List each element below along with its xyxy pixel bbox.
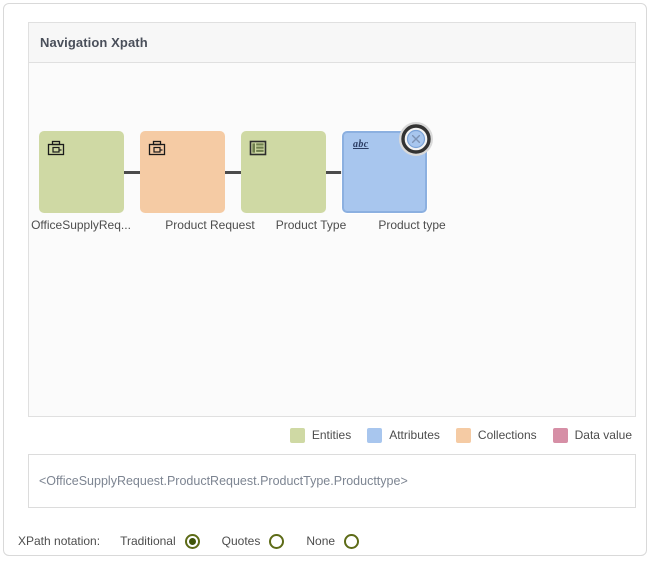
diagram-node-entity-product-type[interactable] (241, 131, 326, 213)
radio-button-traditional[interactable] (185, 534, 200, 549)
briefcase-icon (148, 139, 166, 157)
xpath-output-box[interactable]: <OfficeSupplyRequest.ProductRequest.Prod… (28, 454, 636, 508)
page-title: Navigation Xpath (40, 35, 148, 50)
panel-header: Navigation Xpath (28, 22, 636, 63)
legend-label: Data value (575, 428, 632, 442)
diagram-node-label: OfficeSupplyReq... (28, 218, 151, 232)
legend-item-collections: Collections (456, 428, 537, 443)
diagram-node-entity-officesupplyrequest[interactable] (39, 131, 124, 213)
close-icon[interactable] (398, 121, 434, 157)
radio-none[interactable]: None (306, 534, 359, 549)
legend: Entities Attributes Collections Data val… (28, 422, 636, 448)
abc-icon: abc (353, 139, 369, 150)
radio-traditional[interactable]: Traditional (120, 534, 200, 549)
radio-button-quotes[interactable] (269, 534, 284, 549)
xpath-notation-row: XPath notation: Traditional Quotes None (18, 529, 381, 553)
table-icon (249, 139, 267, 157)
legend-swatch-collections (456, 428, 471, 443)
briefcase-icon (47, 139, 65, 157)
xpath-notation-label: XPath notation: (18, 534, 100, 548)
radio-label-traditional: Traditional (120, 534, 176, 548)
xpath-value: <OfficeSupplyRequest.ProductRequest.Prod… (39, 474, 408, 488)
radio-button-none[interactable] (344, 534, 359, 549)
legend-label: Entities (312, 428, 351, 442)
navigation-xpath-panel: Navigation Xpath (28, 22, 636, 527)
legend-swatch-entities (290, 428, 305, 443)
legend-item-attributes: Attributes (367, 428, 440, 443)
diagram-node-label: Product type (342, 218, 482, 232)
legend-label: Collections (478, 428, 537, 442)
radio-label-quotes: Quotes (222, 534, 261, 548)
radio-label-none: None (306, 534, 335, 548)
diagram-node-collection-product-request[interactable] (140, 131, 225, 213)
legend-item-entities: Entities (290, 428, 351, 443)
legend-label: Attributes (389, 428, 440, 442)
legend-swatch-attributes (367, 428, 382, 443)
legend-item-data-value: Data value (553, 428, 632, 443)
diagram-canvas[interactable]: abc OfficeSupplyReq... Product Request P… (28, 63, 636, 417)
radio-quotes[interactable]: Quotes (222, 534, 285, 549)
legend-swatch-data-value (553, 428, 568, 443)
dialog-frame: Navigation Xpath (3, 3, 647, 556)
